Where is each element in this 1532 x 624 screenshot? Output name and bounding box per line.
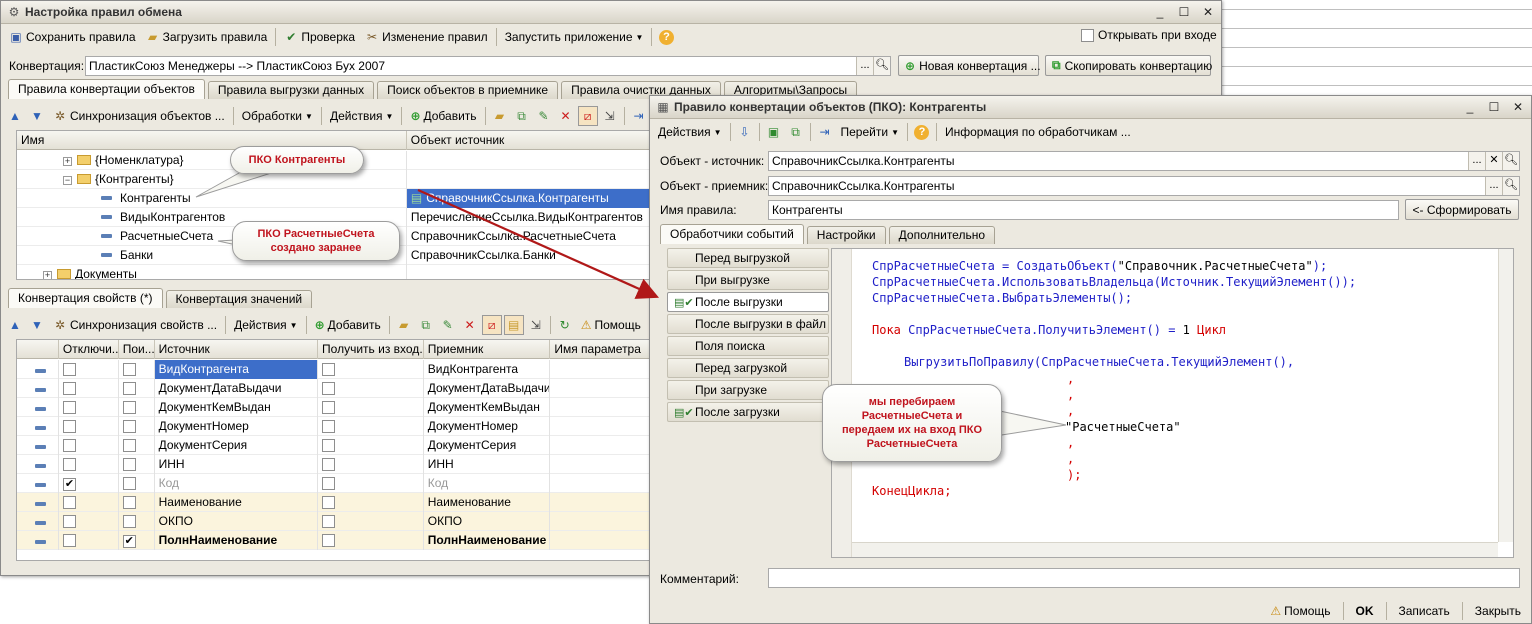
annotation-overlay <box>195 167 1067 437</box>
callout-pko-contragents: ПКО Контрагенты <box>230 146 364 174</box>
callout-pko-accounts: ПКО РасчетныеСчета создано заранее <box>232 221 400 261</box>
callout-loop-explanation: мы перебираем РасчетныеСчета и передаем … <box>822 384 1002 462</box>
